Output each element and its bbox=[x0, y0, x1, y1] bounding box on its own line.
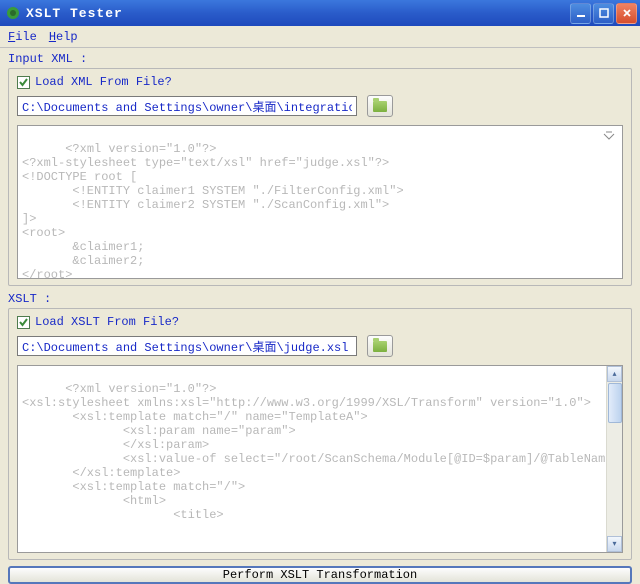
scroll-up-button[interactable]: ▴ bbox=[607, 366, 622, 382]
maximize-button[interactable] bbox=[593, 3, 614, 24]
load-xml-checkbox[interactable] bbox=[17, 76, 30, 89]
scroll-down-button[interactable]: ▾ bbox=[607, 536, 622, 552]
folder-icon bbox=[373, 101, 387, 112]
load-xml-label: Load XML From File? bbox=[35, 75, 172, 89]
xslt-label: XSLT : bbox=[8, 292, 632, 306]
scroll-thumb[interactable] bbox=[608, 383, 622, 423]
xml-code-content: <?xml version="1.0"?> <?xml-stylesheet t… bbox=[22, 142, 404, 279]
input-xml-label: Input XML : bbox=[8, 52, 632, 66]
xml-browse-button[interactable] bbox=[367, 95, 393, 117]
menu-help[interactable]: Help bbox=[49, 30, 78, 44]
xslt-code-box[interactable]: <?xml version="1.0"?> <xsl:stylesheet xm… bbox=[17, 365, 623, 553]
folder-icon bbox=[373, 341, 387, 352]
titlebar: XSLT Tester bbox=[0, 0, 640, 26]
xml-path-input[interactable] bbox=[17, 96, 357, 116]
transform-button[interactable]: Perform XSLT Transformation bbox=[8, 566, 632, 584]
xslt-browse-button[interactable] bbox=[367, 335, 393, 357]
content-area: Input XML : Load XML From File? <?xml ve… bbox=[0, 48, 640, 578]
load-xslt-checkbox[interactable] bbox=[17, 316, 30, 329]
window-title: XSLT Tester bbox=[26, 6, 570, 21]
input-xml-group: Load XML From File? <?xml version="1.0"?… bbox=[8, 68, 632, 286]
expand-icon[interactable] bbox=[602, 129, 616, 143]
scrollbar[interactable]: ▴ ▾ bbox=[606, 366, 622, 552]
xslt-path-input[interactable] bbox=[17, 336, 357, 356]
xslt-code-content: <?xml version="1.0"?> <xsl:stylesheet xm… bbox=[22, 382, 623, 522]
app-icon bbox=[5, 5, 21, 21]
close-button[interactable] bbox=[616, 3, 637, 24]
xslt-group: Load XSLT From File? <?xml version="1.0"… bbox=[8, 308, 632, 560]
xml-code-box[interactable]: <?xml version="1.0"?> <?xml-stylesheet t… bbox=[17, 125, 623, 279]
load-xslt-label: Load XSLT From File? bbox=[35, 315, 179, 329]
minimize-button[interactable] bbox=[570, 3, 591, 24]
menubar: File Help bbox=[0, 26, 640, 48]
menu-file[interactable]: File bbox=[8, 30, 37, 44]
window-controls bbox=[570, 3, 637, 24]
